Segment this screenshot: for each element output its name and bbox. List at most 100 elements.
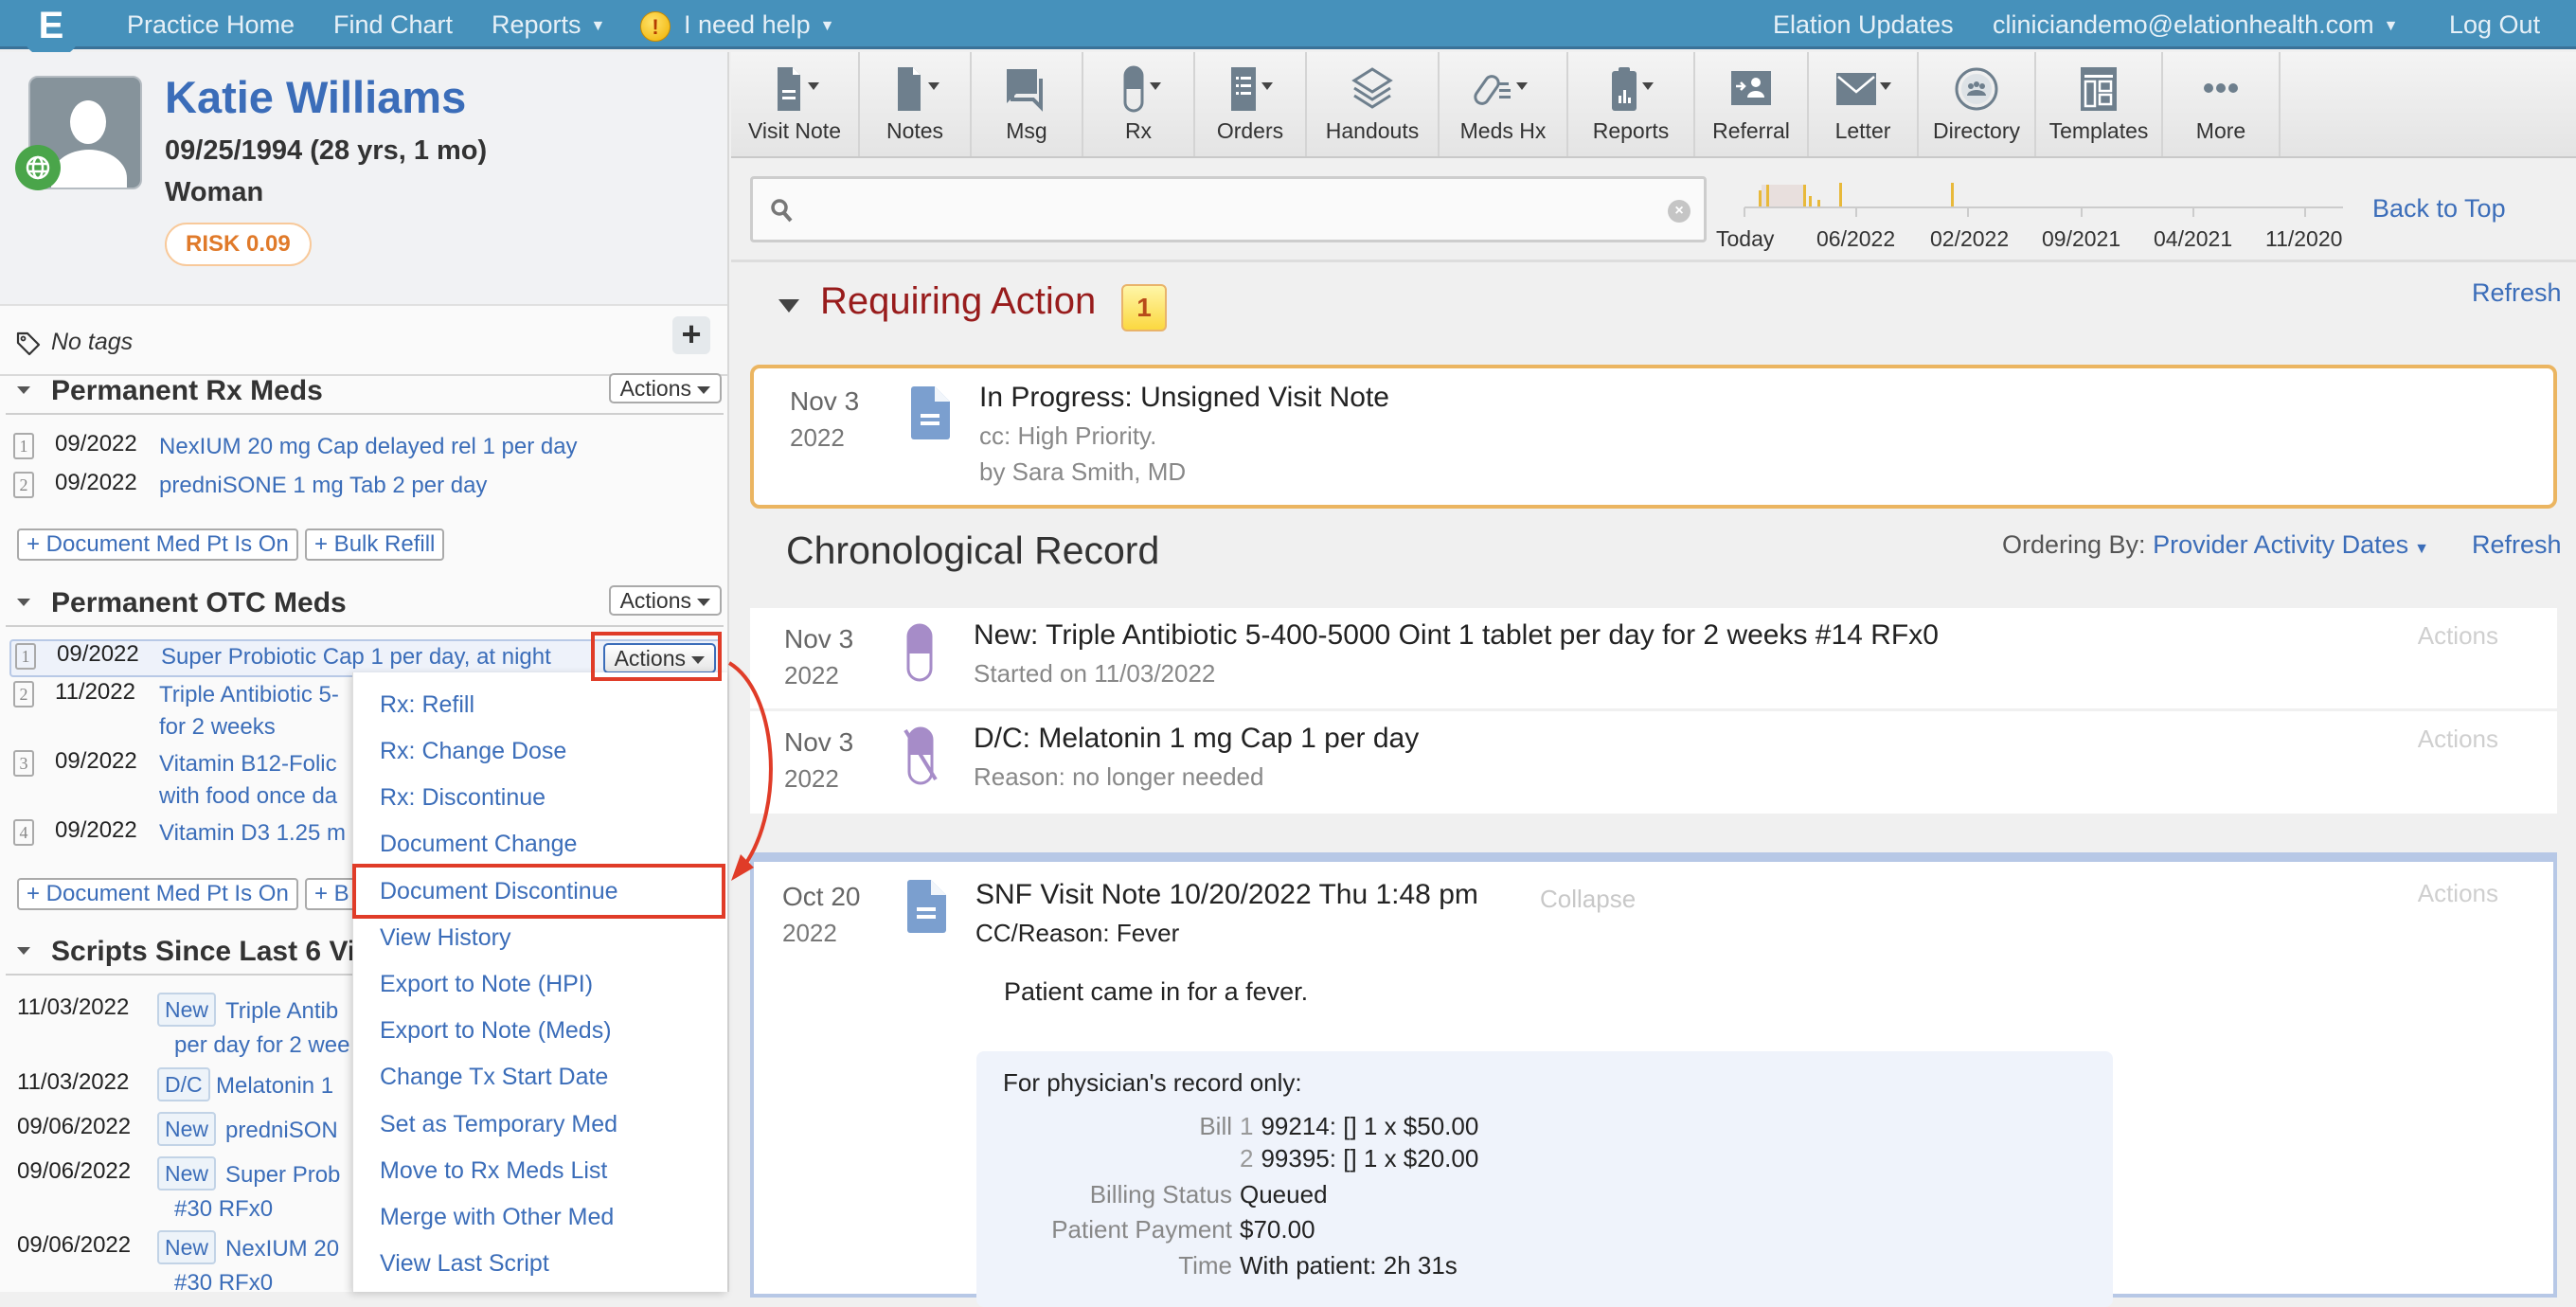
nav-label: Log Out	[2449, 10, 2541, 39]
tool-visit-note[interactable]: Visit Note	[731, 52, 860, 156]
rx-med-row[interactable]: 2 09/2022 predniSONE 1 mg Tab 2 per day	[9, 470, 722, 508]
patient-dob: 09/25/1994 (28 yrs, 1 mo)	[165, 135, 488, 166]
requiring-action-card[interactable]: Nov 3 2022 In Progress: Unsigned Visit N…	[750, 365, 2557, 509]
menu-item-view-last-script[interactable]: View Last Script	[380, 1250, 549, 1278]
nav-user-menu[interactable]: cliniciandemo@elationhealth.com ▼	[1993, 0, 2398, 49]
annotation-box-document-discontinue	[352, 864, 725, 919]
menu-item-export-meds[interactable]: Export to Note (Meds)	[380, 1017, 612, 1045]
bulk-refill-button[interactable]: + B	[305, 878, 359, 910]
tool-templates[interactable]: Templates	[2036, 52, 2163, 156]
elation-logo[interactable]: E	[21, 0, 81, 59]
avatar-head-shape	[70, 100, 106, 144]
collapse-triangle-icon[interactable]	[778, 299, 799, 313]
record-title[interactable]: D/C: Melatonin 1 mg Cap 1 per day	[974, 723, 1419, 755]
time-value: With patient: 2h 31s	[1240, 1251, 1458, 1280]
nav-label: cliniciandemo@elationhealth.com	[1993, 10, 2374, 39]
menu-item-set-temporary-med[interactable]: Set as Temporary Med	[380, 1111, 617, 1138]
menu-item-rx-refill[interactable]: Rx: Refill	[380, 691, 474, 719]
tool-directory[interactable]: Directory	[1919, 52, 2036, 156]
tool-notes[interactable]: Notes	[860, 52, 972, 156]
note-title[interactable]: SNF Visit Note 10/20/2022 Thu 1:48 pm	[975, 879, 1478, 911]
script-status-tag: New	[157, 1230, 217, 1264]
med-name-link[interactable]: NexIUM 20 mg Cap delayed rel 1 per day	[159, 431, 708, 463]
tool-referral[interactable]: Referral	[1695, 52, 1809, 156]
tool-label: Rx	[1124, 118, 1153, 143]
nav-find-chart[interactable]: Find Chart	[333, 0, 453, 49]
timeline-track[interactable]	[1716, 177, 2379, 224]
collapse-triangle-icon[interactable]	[17, 386, 30, 394]
clear-search-icon[interactable]: ×	[1668, 200, 1690, 223]
visit-note-card[interactable]: Oct 20 2022 SNF Visit Note 10/20/2022 Th…	[750, 852, 2557, 1307]
tool-reports[interactable]: Reports	[1568, 52, 1695, 156]
record-title[interactable]: New: Triple Antibiotic 5-400-5000 Oint 1…	[974, 619, 1939, 652]
collapse-triangle-icon[interactable]	[17, 947, 30, 955]
tool-msg[interactable]: Msg	[972, 52, 1083, 156]
chart-search-input[interactable]: ×	[750, 176, 1707, 242]
bill-line: 1 99214: [] 1 x $50.00	[1240, 1112, 1478, 1141]
menu-item-document-change[interactable]: Document Change	[380, 831, 577, 858]
tool-label: Reports	[1592, 118, 1670, 143]
bulk-refill-button[interactable]: + Bulk Refill	[305, 528, 445, 561]
ordering-by-selector[interactable]: Ordering By: Provider Activity Dates ▼	[2002, 530, 2429, 560]
add-tag-button[interactable]: +	[672, 316, 710, 354]
timeline-label: 09/2021	[2042, 226, 2121, 251]
tool-letter[interactable]: Letter	[1809, 52, 1919, 156]
nav-reports[interactable]: Reports ▼	[492, 0, 605, 49]
nav-i-need-help[interactable]: ! I need help ▼	[640, 0, 834, 49]
tool-more[interactable]: More	[2163, 52, 2281, 156]
nav-label: Elation Updates	[1773, 10, 1954, 39]
record-row[interactable]: Nov 3 2022 D/C: Melatonin 1 mg Cap 1 per…	[750, 711, 2557, 814]
collapse-note-link[interactable]: Collapse	[1540, 885, 1636, 914]
document-med-button[interactable]: + Document Med Pt Is On	[17, 528, 298, 561]
tool-orders[interactable]: Orders	[1195, 52, 1307, 156]
med-number: 2	[13, 472, 34, 498]
permanent-rx-header[interactable]: Permanent Rx Meds Actions	[6, 369, 724, 415]
menu-item-move-to-rx-list[interactable]: Move to Rx Meds List	[380, 1157, 607, 1185]
menu-item-export-hpi[interactable]: Export to Note (HPI)	[380, 971, 593, 998]
med-number: 2	[13, 681, 34, 707]
med-number: 4	[13, 819, 34, 846]
menu-item-rx-change-dose[interactable]: Rx: Change Dose	[380, 738, 566, 765]
permanent-otc-header[interactable]: Permanent OTC Meds Actions	[6, 582, 724, 627]
pill-icon	[1123, 65, 1161, 113]
risk-badge[interactable]: RISK 0.09	[165, 223, 312, 266]
refresh-chronological-link[interactable]: Refresh	[2472, 530, 2562, 560]
collapse-triangle-icon[interactable]	[17, 599, 30, 606]
nav-elation-updates[interactable]: Elation Updates	[1773, 0, 1954, 49]
avatar-body-shape	[51, 150, 127, 188]
physician-record-box: For physician's record only: Bill 1 99214…	[976, 1051, 2113, 1307]
menu-item-merge-with-other-med[interactable]: Merge with Other Med	[380, 1204, 614, 1231]
bill-text: 99395: [] 1 x $20.00	[1261, 1144, 1479, 1173]
note-actions-link[interactable]: Actions	[2418, 879, 2498, 908]
tool-handouts[interactable]: Handouts	[1307, 52, 1440, 156]
document-med-button[interactable]: + Document Med Pt Is On	[17, 878, 298, 910]
menu-item-rx-discontinue[interactable]: Rx: Discontinue	[380, 784, 546, 812]
timeline-scrubber[interactable]: Today 06/2022 02/2022 09/2021 04/2021 11…	[1716, 177, 2379, 262]
card-title[interactable]: In Progress: Unsigned Visit Note	[979, 382, 1389, 414]
chevron-down-icon: ▼	[590, 17, 606, 34]
ordering-value[interactable]: Provider Activity Dates	[2153, 530, 2408, 559]
message-icon	[1007, 69, 1043, 112]
tool-label: More	[2195, 118, 2246, 143]
record-row[interactable]: Nov 3 2022 New: Triple Antibiotic 5-400-…	[750, 608, 2557, 708]
nav-log-out[interactable]: Log Out	[2449, 0, 2540, 49]
templates-icon	[2081, 67, 2117, 111]
chart-record: Requiring Action 1 Refresh Nov 3 2022 In…	[731, 265, 2576, 1307]
record-month-day: Nov 3	[784, 624, 854, 654]
record-actions-link[interactable]: Actions	[2418, 725, 2498, 754]
nav-practice-home[interactable]: Practice Home	[127, 0, 295, 49]
menu-item-change-tx-start-date[interactable]: Change Tx Start Date	[380, 1064, 608, 1091]
tool-rx[interactable]: Rx	[1083, 52, 1195, 156]
refresh-requiring-action-link[interactable]: Refresh	[2472, 278, 2562, 308]
permanent-rx-actions-button[interactable]: Actions	[608, 373, 722, 403]
requiring-action-title: Requiring Action	[820, 280, 1097, 322]
globe-icon[interactable]	[15, 145, 61, 190]
permanent-otc-actions-button[interactable]: Actions	[608, 585, 722, 616]
rx-med-row[interactable]: 1 09/2022 NexIUM 20 mg Cap delayed rel 1…	[9, 431, 722, 469]
med-name-link[interactable]: predniSONE 1 mg Tab 2 per day	[159, 470, 708, 502]
back-to-top-link[interactable]: Back to Top	[2372, 194, 2506, 224]
record-actions-link[interactable]: Actions	[2418, 621, 2498, 651]
tool-meds-hx[interactable]: Meds Hx	[1440, 52, 1568, 156]
patient-name[interactable]: Katie Williams	[165, 71, 466, 123]
menu-item-view-history[interactable]: View History	[380, 924, 510, 952]
